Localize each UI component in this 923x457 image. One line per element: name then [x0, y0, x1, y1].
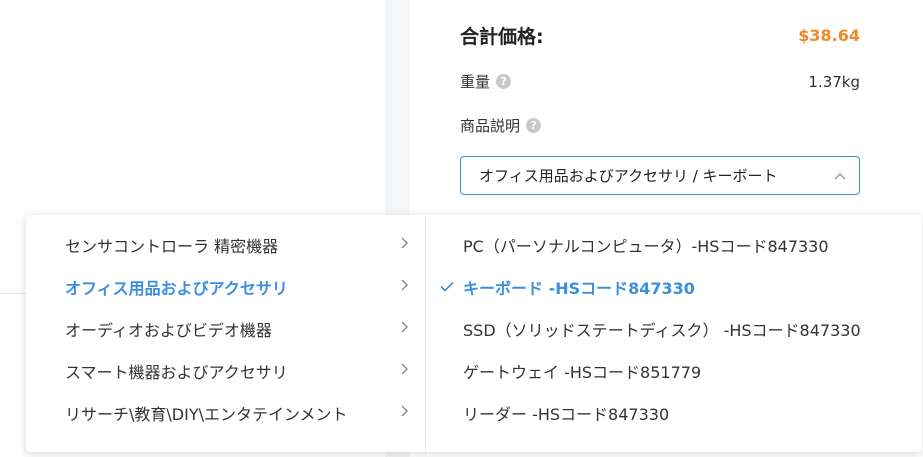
category-item[interactable]: センサコントローラ 精密機器 — [26, 224, 425, 266]
description-label-wrap: 商品説明 ? — [460, 115, 542, 136]
subcategory-item-label: キーボード -HSコード847330 — [463, 279, 695, 298]
subcategory-item-label: PC（パーソナルコンピュータ）-HSコード847330 — [463, 237, 829, 256]
chevron-right-icon — [401, 321, 409, 337]
subcategory-item[interactable]: SSD（ソリッドステートディスク） -HSコード847330 — [426, 308, 922, 350]
subcategory-item-selected[interactable]: キーボード -HSコード847330 — [426, 266, 922, 308]
total-price-label: 合計価格: — [460, 26, 544, 48]
category-item-label: スマート機器およびアクセサリ — [65, 363, 288, 382]
category-item[interactable]: リサーチ\教育\DIY\エンタテインメント — [26, 392, 425, 434]
subcategory-item[interactable]: ゲートウェイ -HSコード851779 — [426, 350, 922, 392]
check-icon — [440, 278, 454, 296]
weight-label: 重量 — [460, 73, 491, 91]
description-row: 商品説明 ? — [460, 115, 860, 136]
weight-label-wrap: 重量 ? — [460, 71, 512, 92]
category-item-active[interactable]: オフィス用品およびアクセサリ — [26, 266, 425, 308]
category-item[interactable]: スマート機器およびアクセサリ — [26, 350, 425, 392]
total-row: 合計価格: $38.64 — [460, 22, 860, 49]
chevron-right-icon — [401, 279, 409, 295]
category-select-value: オフィス用品およびアクセサリ / キーボート — [479, 167, 778, 185]
subcategory-item-label: SSD（ソリッドステートディスク） -HSコード847330 — [463, 321, 861, 340]
chevron-right-icon — [401, 363, 409, 379]
subcategory-column: PC（パーソナルコンピュータ）-HSコード847330 キーボード -HSコード… — [426, 215, 922, 452]
category-column: センサコントローラ 精密機器 オフィス用品およびアクセサリ オーディオおよびビデ… — [26, 215, 426, 452]
total-price-value: $38.64 — [798, 26, 860, 45]
subcategory-item-label: ゲートウェイ -HSコード851779 — [463, 363, 702, 382]
chevron-right-icon — [401, 405, 409, 421]
question-circle-icon[interactable]: ? — [526, 118, 542, 133]
chevron-up-icon — [833, 169, 847, 183]
description-label: 商品説明 — [460, 117, 521, 135]
category-select[interactable]: オフィス用品およびアクセサリ / キーボート — [460, 156, 860, 195]
weight-value: 1.37kg — [808, 72, 860, 91]
question-circle-icon[interactable]: ? — [496, 74, 512, 89]
category-item-label: オーディオおよびビデオ機器 — [65, 321, 272, 340]
weight-row: 重量 ? 1.37kg — [460, 71, 860, 92]
subcategory-item[interactable]: リーダー -HSコード847330 — [426, 392, 922, 434]
subcategory-item-label: リーダー -HSコード847330 — [463, 405, 670, 424]
category-item-label: オフィス用品およびアクセサリ — [65, 279, 288, 298]
category-dropdown: センサコントローラ 精密機器 オフィス用品およびアクセサリ オーディオおよびビデ… — [26, 215, 922, 452]
category-item[interactable]: オーディオおよびビデオ機器 — [26, 308, 425, 350]
category-item-label: センサコントローラ 精密機器 — [65, 237, 279, 256]
subcategory-item[interactable]: PC（パーソナルコンピュータ）-HSコード847330 — [426, 224, 922, 266]
chevron-right-icon — [401, 237, 409, 253]
category-item-label: リサーチ\教育\DIY\エンタテインメント — [65, 405, 348, 424]
